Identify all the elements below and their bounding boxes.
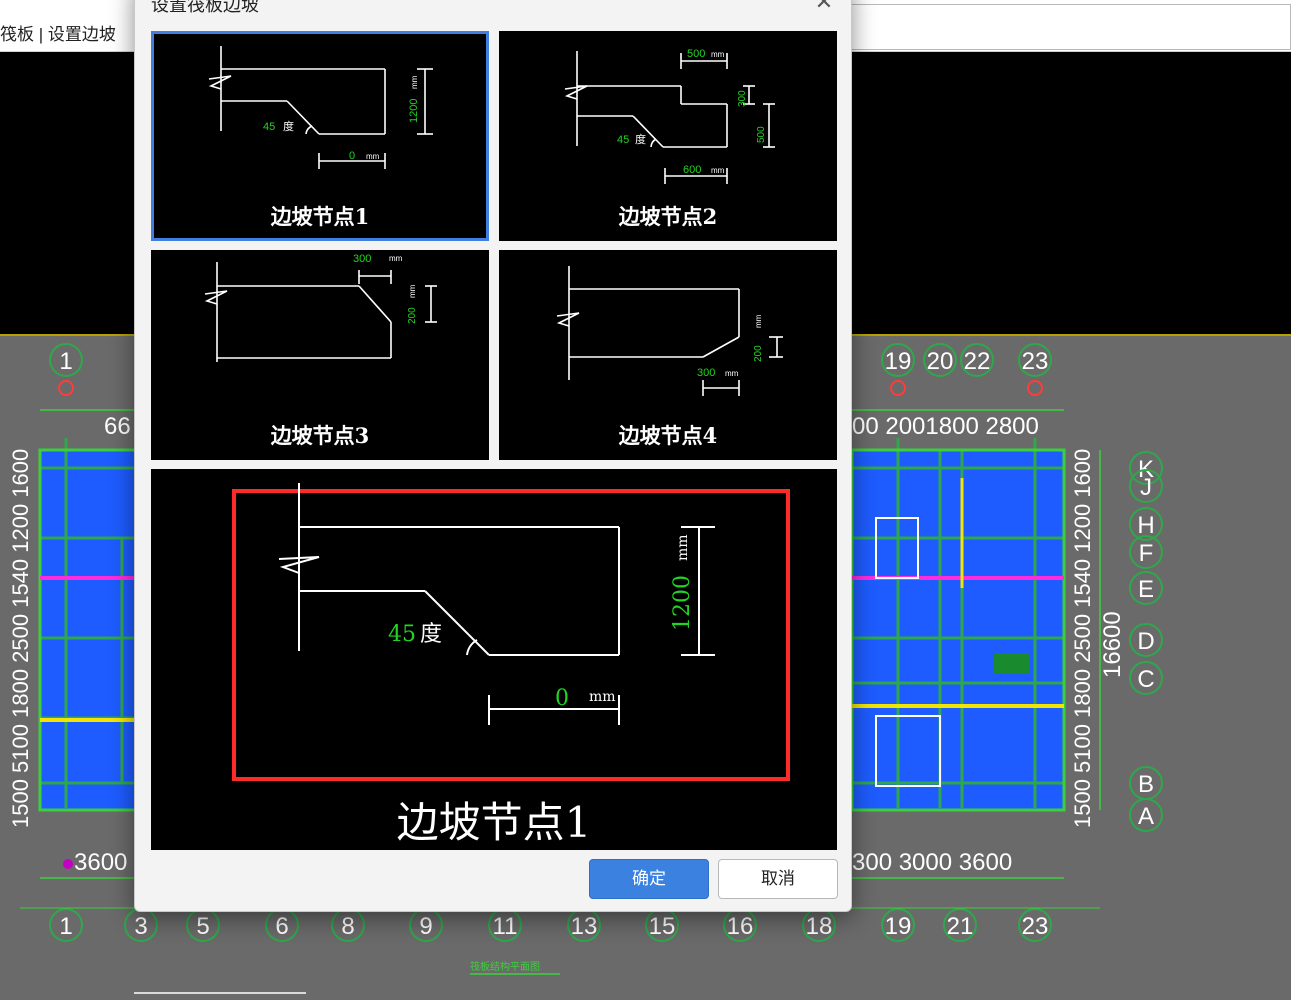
svg-text:度: 度 (283, 119, 294, 133)
marker-icon (890, 380, 906, 396)
svg-text:mm: mm (410, 75, 419, 89)
axis-bottom-label: 19 (885, 913, 912, 940)
svg-text:mm: mm (675, 534, 691, 561)
svg-text:mm: mm (754, 314, 763, 328)
dim-bottom-right: 300 3000 3600 (852, 849, 1012, 876)
axis-bottom-label: 6 (275, 913, 288, 940)
svg-text:300: 300 (353, 253, 371, 265)
axis-bottom-label: 1 (59, 913, 72, 940)
dim-left-segments: 1500 5100 1800 2500 1540 1200 1600 (8, 449, 33, 828)
svg-text:mm: mm (389, 254, 403, 263)
slope-settings-dialog: 设置筏板边坡 ✕ 45 度 1200 mm 0 mm 边坡节点1 500 mm … (134, 0, 852, 912)
svg-text:mm: mm (725, 369, 739, 378)
node-4-caption: 边坡节点4 (618, 423, 718, 448)
axis-bottom-label: 15 (649, 913, 676, 940)
command-input[interactable] (848, 4, 1291, 50)
svg-text:300: 300 (697, 367, 715, 379)
marker-icon (63, 859, 73, 869)
dim-top-left: 66 (104, 413, 131, 440)
dim-bottom-left: 3600 (74, 849, 127, 876)
axis-bottom-label: 5 (196, 913, 209, 940)
drawing-title: 筏板结构平面图 (470, 960, 540, 973)
svg-text:度: 度 (420, 622, 442, 647)
axis-top-label: 23 (1022, 348, 1049, 375)
axis-right-label: J (1140, 474, 1152, 501)
preview-width: 0 (555, 686, 569, 711)
marker-icon (58, 380, 74, 396)
node-1-height: 1200 (408, 99, 420, 123)
svg-text:mm: mm (366, 152, 380, 161)
axis-right-label: D (1137, 628, 1154, 655)
svg-text:600: 600 (683, 164, 701, 176)
axis-right-label: A (1138, 803, 1154, 830)
node-preview: 45 度 1200 mm 0 mm 边坡节点1 (151, 469, 837, 850)
preview-angle: 45 (388, 622, 416, 647)
node-option-1[interactable]: 45 度 1200 mm 0 mm 边坡节点1 (151, 31, 489, 241)
dialog-title: 设置筏板边坡 (151, 0, 259, 15)
axis-top-label: 1 (59, 348, 72, 375)
axis-right-label: C (1137, 666, 1154, 693)
svg-text:500: 500 (687, 48, 705, 60)
node-option-4[interactable]: 300 mm 200 mm 边坡节点4 (499, 250, 837, 460)
axis-right-label: H (1137, 512, 1154, 539)
preview-caption: 边坡节点1 (396, 798, 592, 847)
slab-right (852, 450, 1064, 810)
axis-bottom-label: 16 (727, 913, 754, 940)
svg-text:200: 200 (753, 345, 764, 362)
close-icon[interactable]: ✕ (811, 0, 837, 15)
axis-right-label: F (1139, 540, 1154, 567)
breadcrumb: 筏板 | 设置边坡 (0, 25, 116, 44)
axis-bottom-label: 9 (419, 913, 432, 940)
axis-top-label: 20 (927, 348, 954, 375)
axis-bottom-label: 8 (341, 913, 354, 940)
preview-highlight-frame (232, 489, 790, 781)
node-1-caption: 边坡节点1 (270, 204, 370, 229)
node-1-angle: 45 (263, 121, 275, 133)
node-option-3[interactable]: 300 mm 200 mm 边坡节点3 (151, 250, 489, 460)
node-1-width: 0 (349, 150, 355, 162)
axis-top-label: 19 (885, 348, 912, 375)
node-option-2[interactable]: 500 mm 300 500 45 度 600 mm 边坡节点2 (499, 31, 837, 241)
marker-icon (1027, 380, 1043, 396)
dim-top-right: 00 2001800 2800 (852, 413, 1039, 440)
axis-bottom-label: 21 (947, 913, 974, 940)
svg-text:mm: mm (711, 166, 725, 175)
svg-text:mm: mm (589, 689, 616, 705)
app-window: 筏板 | 设置边坡 1 19 20 22 23 66 00 2001800 2800 K J H F… (0, 0, 1291, 1000)
dim-right-total: 16600 (1099, 611, 1126, 678)
axis-right-label: E (1138, 576, 1154, 603)
preview-height: 1200 (670, 575, 695, 631)
node-3-caption: 边坡节点3 (270, 423, 370, 448)
svg-text:500: 500 (756, 126, 767, 143)
green-block (994, 653, 1030, 673)
axis-bottom-label: 18 (806, 913, 833, 940)
axis-bottom-label: 11 (493, 913, 518, 940)
svg-text:200: 200 (407, 307, 418, 324)
axis-bottom-label: 3 (134, 913, 147, 940)
svg-text:mm: mm (408, 284, 417, 298)
axis-bottom-label: 13 (571, 913, 598, 940)
ok-button[interactable]: 确定 (589, 859, 709, 899)
cancel-button[interactable]: 取消 (718, 859, 838, 899)
svg-text:45: 45 (617, 134, 629, 146)
svg-text:300: 300 (737, 90, 748, 107)
axis-right-label: B (1138, 771, 1154, 798)
dim-right-segments: 1500 5100 1800 2500 1540 1200 1600 (1070, 449, 1095, 828)
svg-text:度: 度 (635, 132, 646, 146)
axis-top-label: 22 (964, 348, 991, 375)
svg-text:mm: mm (711, 50, 725, 59)
axis-bottom-label: 23 (1022, 913, 1049, 940)
node-2-caption: 边坡节点2 (618, 204, 718, 229)
